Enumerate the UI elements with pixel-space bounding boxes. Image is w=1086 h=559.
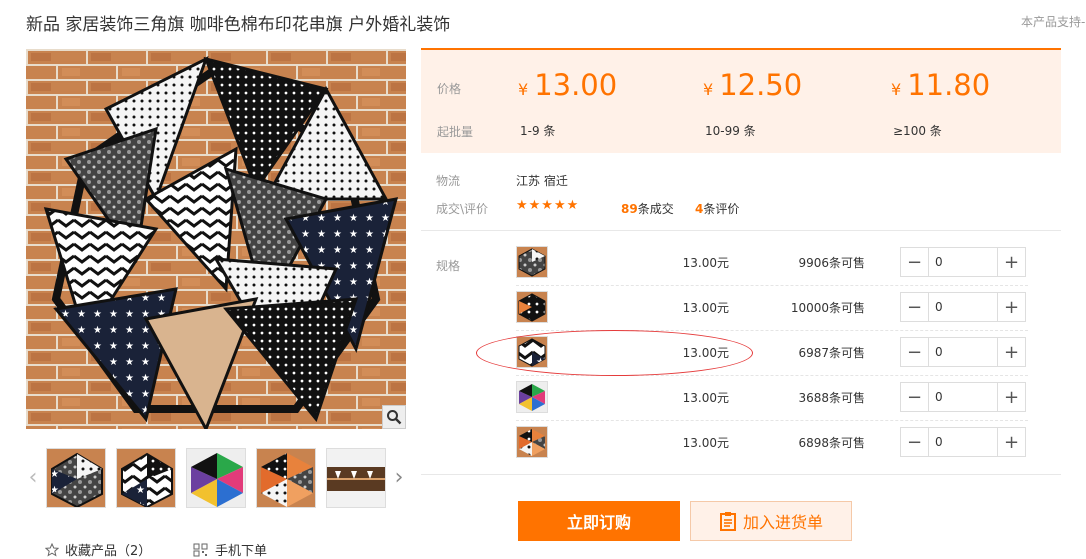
support-text[interactable]: 本产品支持- xyxy=(1021,13,1085,30)
star-outline-icon xyxy=(45,542,59,557)
spec-stock: 6987条可售 xyxy=(798,346,865,360)
decrease-button[interactable]: − xyxy=(901,428,929,456)
quantity-stepper: − 0 + xyxy=(900,337,1026,367)
quantity-stepper: − 0 + xyxy=(900,292,1026,322)
price-tier-1: ¥13.00 xyxy=(518,68,618,102)
decrease-button[interactable]: − xyxy=(901,383,929,411)
spec-stock: 9906条可售 xyxy=(798,256,865,270)
quantity-tier-2: 10-99 条 xyxy=(705,124,756,138)
thumbnail-image xyxy=(257,449,315,507)
spec-stock: 6898条可售 xyxy=(798,436,865,450)
order-now-button[interactable]: 立即订购 xyxy=(518,501,680,541)
spec-stock: 10000条可售 xyxy=(790,301,865,315)
quantity-input[interactable]: 0 xyxy=(929,338,997,366)
increase-button[interactable]: + xyxy=(997,428,1025,456)
spec-swatch[interactable] xyxy=(516,246,548,278)
thumb-next-icon[interactable]: › xyxy=(392,466,406,490)
review-count[interactable]: 4条评价 xyxy=(695,200,739,217)
spec-price: 13.00元 xyxy=(682,301,729,315)
thumbnail-image xyxy=(117,449,175,507)
spec-stock: 3688条可售 xyxy=(798,391,865,405)
main-product-image[interactable]: ★ xyxy=(26,49,406,429)
bunting-photo: ★ xyxy=(26,49,406,429)
quantity-stepper: − 0 + xyxy=(900,427,1026,457)
thumbnail-image xyxy=(187,449,245,507)
spec-row: 13.00元 10000条可售 − 0 + xyxy=(516,286,1028,331)
spec-swatch[interactable] xyxy=(516,291,548,323)
divider xyxy=(421,230,1061,231)
decrease-button[interactable]: − xyxy=(901,293,929,321)
price-panel: 价格 起批量 ¥13.00 1-9 条 ¥12.50 10-99 条 ¥11.8… xyxy=(421,48,1061,153)
spec-row: 13.00元 3688条可售 − 0 + xyxy=(516,376,1028,421)
add-to-cart-label: 加入进货单 xyxy=(742,513,823,532)
zoom-button[interactable] xyxy=(382,405,406,429)
highlight-annotation xyxy=(476,330,753,376)
thumbnail-strip: ‹ › xyxy=(26,448,416,510)
thumbnail[interactable] xyxy=(46,448,106,508)
swatch-image xyxy=(517,427,547,457)
logistics-value: 江苏 宿迁 xyxy=(516,174,568,188)
swatch-image xyxy=(517,292,547,322)
spec-swatch[interactable] xyxy=(516,426,548,458)
favorite-link[interactable]: 收藏产品（2） xyxy=(45,540,151,559)
quantity-tier-3: ≥100 条 xyxy=(893,124,942,138)
quantity-stepper: − 0 + xyxy=(900,247,1026,277)
quantity-stepper: − 0 + xyxy=(900,382,1026,412)
decrease-button[interactable]: − xyxy=(901,248,929,276)
divider xyxy=(421,474,1061,475)
thumbnail[interactable] xyxy=(326,448,386,508)
quantity-input[interactable]: 0 xyxy=(929,428,997,456)
clipboard-icon xyxy=(719,512,736,531)
favorite-label: 收藏产品（2） xyxy=(65,544,152,559)
mobile-order-link[interactable]: 手机下单 xyxy=(193,540,267,559)
thumb-prev-icon[interactable]: ‹ xyxy=(26,466,40,490)
add-to-cart-button[interactable]: 加入进货单 xyxy=(690,501,852,541)
qr-grid-icon xyxy=(193,543,208,556)
decrease-button[interactable]: − xyxy=(901,338,929,366)
spec-row: 13.00元 6898条可售 − 0 + xyxy=(516,421,1028,466)
mobile-order-label: 手机下单 xyxy=(215,544,268,559)
rating-stars: ★★★★★ xyxy=(516,198,580,213)
orders-count[interactable]: 89条成交 xyxy=(621,200,674,217)
thumbnail[interactable] xyxy=(116,448,176,508)
increase-button[interactable]: + xyxy=(997,293,1025,321)
quantity-tier-1: 1-9 条 xyxy=(520,124,556,138)
thumbnail-image xyxy=(327,449,385,507)
spec-price: 13.00元 xyxy=(682,256,729,270)
thumbnail[interactable] xyxy=(186,448,246,508)
quantity-input[interactable]: 0 xyxy=(929,383,997,411)
quantity-input[interactable]: 0 xyxy=(929,248,997,276)
swatch-image xyxy=(517,382,547,412)
spec-label: 规格 xyxy=(436,259,461,273)
increase-button[interactable]: + xyxy=(997,248,1025,276)
spec-row: 13.00元 9906条可售 − 0 + xyxy=(516,241,1028,286)
swatch-image xyxy=(517,247,547,277)
thumbnail[interactable] xyxy=(256,448,316,508)
price-label: 价格 xyxy=(437,82,462,96)
increase-button[interactable]: + xyxy=(997,338,1025,366)
moq-label: 起批量 xyxy=(437,125,474,139)
product-title: 新品 家居装饰三角旗 咖啡色棉布印花串旗 户外婚礼装饰 xyxy=(26,15,451,35)
spec-swatch[interactable] xyxy=(516,381,548,413)
spec-price: 13.00元 xyxy=(682,391,729,405)
reviews-label: 成交\评价 xyxy=(436,202,489,216)
thumbnail-image xyxy=(47,449,105,507)
increase-button[interactable]: + xyxy=(997,383,1025,411)
logistics-label: 物流 xyxy=(436,174,461,188)
quantity-input[interactable]: 0 xyxy=(929,293,997,321)
magnifier-icon xyxy=(387,410,402,425)
spec-price: 13.00元 xyxy=(682,436,729,450)
price-tier-3: ¥11.80 xyxy=(891,68,991,102)
price-tier-2: ¥12.50 xyxy=(703,68,803,102)
